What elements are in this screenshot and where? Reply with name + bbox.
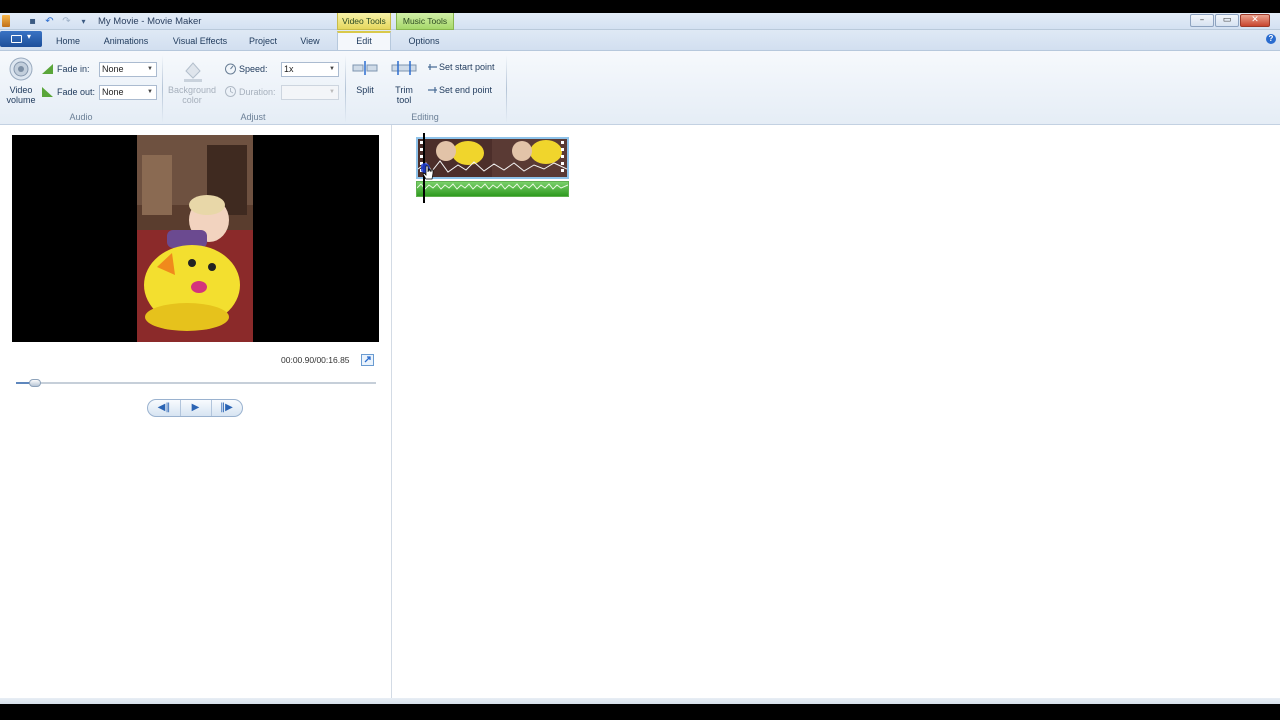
video-preview[interactable] [12,135,379,342]
seek-bar[interactable] [16,379,376,387]
chevron-down-icon: ▼ [147,89,153,95]
playback-controls: ◀‖ ▶ ‖▶ [147,399,243,417]
play-button[interactable]: ▶ [180,400,210,416]
fade-out-dropdown[interactable]: None ▼ [99,85,157,100]
chevron-down-icon: ▼ [329,66,335,72]
preview-pane: 00:00.90/00:16.85 ◀‖ ▶ ‖▶ [0,125,392,704]
tab-view[interactable]: View [292,33,328,50]
minimize-button[interactable]: – [1190,14,1214,27]
tab-animations[interactable]: Animations [96,33,156,50]
seek-thumb[interactable] [29,379,42,387]
previous-frame-button[interactable]: ◀‖ [149,400,179,416]
next-frame-button[interactable]: ‖▶ [211,400,241,416]
audio-waveform [416,181,569,197]
fade-out-value: None [102,87,124,97]
speed-value: 1x [284,64,294,74]
fade-in-value: None [102,64,124,74]
clip-thumbnail-image [418,139,567,177]
tab-visual-effects[interactable]: Visual Effects [166,33,234,50]
duration-dropdown: ▼ [281,85,339,100]
split-button[interactable]: Split [349,55,381,109]
trim-tool-button[interactable]: Trim tool [388,55,420,109]
trim-tool-label: Trim tool [395,85,413,105]
audio-group-label: Audio [69,112,93,122]
set-end-point-label: Set end point [439,85,493,95]
fade-in-label: Fade in: [57,64,90,74]
customize-toolbar-icon[interactable]: ▾ [77,15,90,28]
set-start-point-button[interactable]: Set start point [424,60,504,76]
fade-in-dropdown[interactable]: None ▼ [99,62,157,77]
speed-dropdown[interactable]: 1x ▼ [281,62,339,77]
redo-icon[interactable]: ↷ [60,15,73,28]
close-button[interactable]: ✕ [1240,14,1270,27]
chevron-down-icon: ▾ [27,32,32,41]
tab-project[interactable]: Project [244,33,282,50]
chevron-down-icon: ▼ [329,89,335,95]
duration-icon [225,86,236,97]
editing-group-label: Editing [411,112,439,122]
undo-icon[interactable]: ↶ [43,15,56,28]
group-divider [506,55,507,123]
set-end-point-icon [428,87,437,93]
video-clip[interactable] [416,137,569,197]
help-icon[interactable]: ? [1266,34,1276,44]
split-label: Split [356,85,374,95]
ribbon: Video volume Fade in: None ▼ Fade out: N… [0,50,1280,125]
title-bar: ▪ ↶ ↷ ▾ My Movie - Movie Maker Video Too… [0,13,1280,30]
paint-bucket-icon [184,62,202,82]
fade-out-icon [42,87,53,97]
music-tools-context-label: Music Tools [396,13,454,30]
fade-out-label: Fade out: [57,87,96,97]
status-bar [0,698,1280,704]
app-icon[interactable] [2,15,10,27]
fullscreen-icon[interactable] [361,354,374,366]
timecode: 00:00.90/00:16.85 [281,355,350,365]
adjust-group-label: Adjust [240,112,266,122]
fade-in-icon [42,64,53,74]
video-volume-label: Video volume [6,85,36,105]
trim-tool-icon [391,61,417,75]
set-start-point-icon [428,64,437,70]
storyboard-pane [393,125,1280,704]
ribbon-tab-bar: ▾ Home Animations Visual Effects Project… [0,30,1280,51]
tab-home[interactable]: Home [50,33,86,50]
duration-label: Duration: [239,87,276,97]
set-end-point-button[interactable]: Set end point [424,83,504,99]
chevron-down-icon: ▼ [147,66,153,72]
hand-cursor-icon [421,163,434,180]
split-icon [352,61,378,75]
tab-edit[interactable]: Edit [337,31,391,51]
window-title: My Movie - Movie Maker [98,16,202,27]
set-start-point-label: Set start point [439,62,495,72]
maximize-button[interactable]: ▭ [1215,14,1239,27]
speaker-icon [9,57,33,81]
file-menu-button[interactable]: ▾ [0,31,42,47]
tab-options[interactable]: Options [396,33,452,50]
video-frame-image [137,135,253,342]
speed-label: Speed: [239,64,268,74]
file-menu-icon [11,35,22,43]
background-color-button[interactable]: Background color [165,55,219,109]
video-tools-context-label: Video Tools [337,13,391,30]
clip-thumbnail-strip [416,137,569,179]
movie-maker-window: ▪ ↶ ↷ ▾ My Movie - Movie Maker Video Too… [0,13,1280,704]
video-volume-button[interactable]: Video volume [4,55,38,109]
background-color-label: Background color [167,85,217,105]
speed-icon [225,63,236,75]
save-icon[interactable]: ▪ [26,15,39,28]
